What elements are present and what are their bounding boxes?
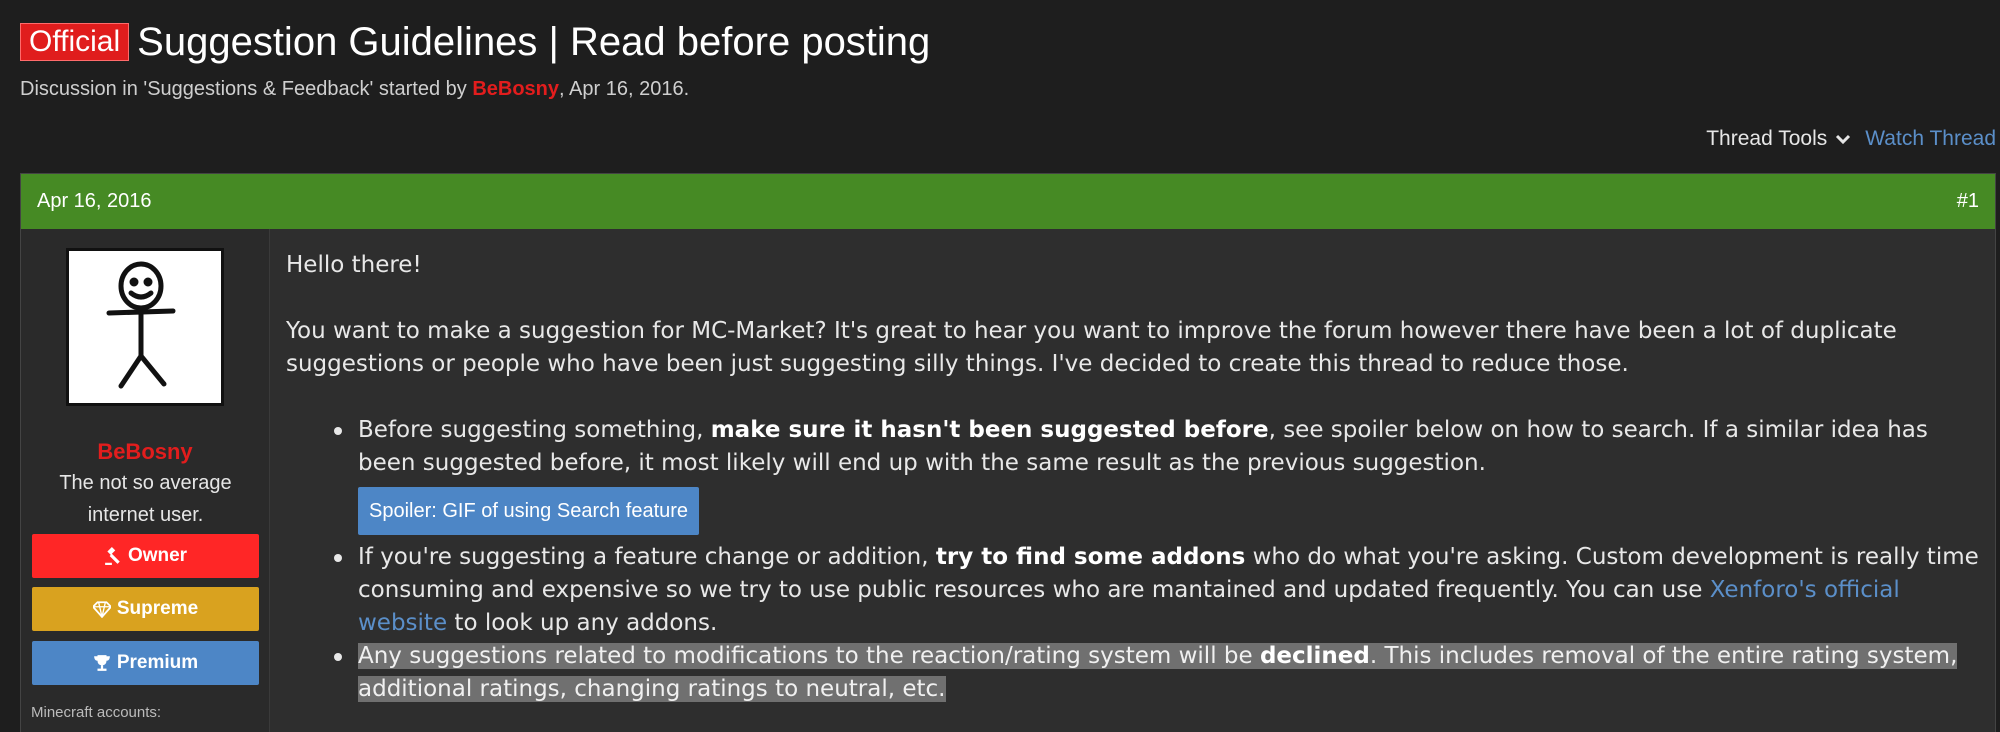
bullet2-text-a: If you're suggesting a feature change or…: [358, 544, 936, 570]
page-title: Suggestion Guidelines | Read before post…: [137, 20, 931, 64]
watch-thread-link[interactable]: Watch Thread: [1865, 127, 1996, 151]
bullet3-bold: declined: [1259, 643, 1370, 669]
spoiler-button[interactable]: Spoiler: GIF of using Search feature: [358, 487, 700, 535]
post-date[interactable]: Apr 16, 2016: [37, 190, 152, 213]
thread-meta: Discussion in 'Suggestions & Feedback' s…: [20, 78, 689, 101]
user-title: The not so average internet user.: [59, 472, 232, 526]
bullet2-text-d: to look up any addons.: [447, 610, 718, 636]
thread-tools-label: Thread Tools: [1706, 127, 1828, 150]
premium-banner: Premium: [32, 641, 259, 685]
premium-banner-label: Premium: [116, 652, 199, 673]
diamond-icon: [92, 601, 111, 618]
bullet3-highlight: Any suggestions related to modifications…: [358, 643, 1958, 702]
thread-meta-prefix: Discussion in 'Suggestions & Feedback' s…: [20, 78, 473, 100]
trophy-icon: [93, 655, 110, 671]
guidelines-list: Before suggesting something, make sure i…: [286, 414, 1979, 706]
bullet1-text-a: Before suggesting something,: [358, 417, 711, 443]
thread-meta-date: , Apr 16, 2016.: [559, 78, 690, 100]
list-item: If you're suggesting a feature change or…: [334, 541, 1979, 640]
message-greeting: Hello there!: [286, 252, 422, 278]
post-message: Hello there! You want to make a suggesti…: [270, 229, 1995, 732]
owner-banner-label: Owner: [127, 545, 188, 566]
thread-author-link[interactable]: BeBosny: [472, 78, 559, 100]
thread-tools-menu[interactable]: Thread Tools: [1706, 127, 1865, 151]
user-info-panel: BeBosny The not so average internet user…: [21, 229, 270, 732]
list-item: Any suggestions related to modifications…: [334, 640, 1979, 706]
owner-banner: Owner: [32, 534, 259, 578]
bullet1-bold: make sure it hasn't been suggested befor…: [710, 417, 1269, 443]
thread-title-row: Official Suggestion Guidelines | Read be…: [20, 18, 930, 66]
post-header: Apr 16, 2016 #1: [21, 174, 1995, 229]
gavel-icon: [105, 547, 120, 565]
post: Apr 16, 2016 #1 BeBosny The not so avera…: [20, 173, 1996, 732]
post-username[interactable]: BeBosny: [21, 439, 269, 465]
list-item: Before suggesting something, make sure i…: [334, 414, 1979, 541]
bullet3-text-a: Any suggestions related to modifications…: [358, 643, 1260, 669]
message-intro: You want to make a suggestion for MC-Mar…: [286, 318, 1897, 377]
avatar[interactable]: [66, 248, 224, 406]
bullet2-bold: try to find some addons: [935, 544, 1246, 570]
post-number-link[interactable]: #1: [1957, 190, 1979, 213]
supreme-banner-label: Supreme: [116, 598, 199, 619]
stick-figure-avatar-icon: [106, 261, 176, 389]
thread-tools-bar: Thread Tools Watch Thread: [1706, 127, 1996, 151]
supreme-banner: Supreme: [32, 587, 259, 631]
minecraft-accounts-label: Minecraft accounts:: [31, 704, 162, 721]
official-prefix-badge[interactable]: Official: [20, 23, 130, 61]
post-body: BeBosny The not so average internet user…: [21, 229, 1995, 732]
chevron-down-icon: [1836, 134, 1851, 145]
